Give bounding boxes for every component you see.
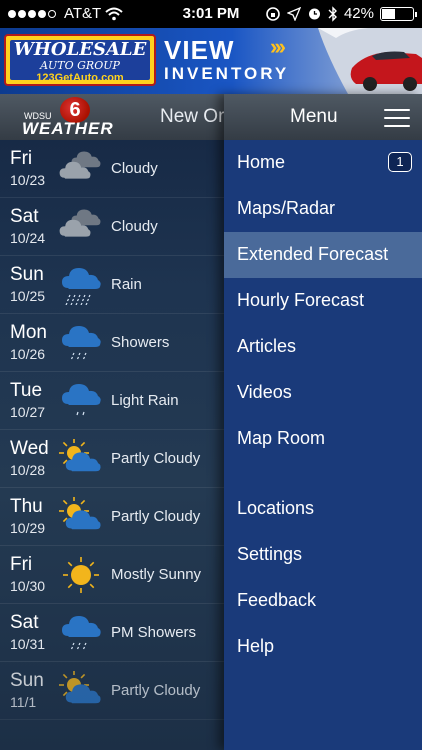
ad-logo-line2: AUTO GROUP [40,59,120,72]
forecast-day-row[interactable]: Mon 10/26 Showers [0,314,224,372]
rotation-lock-icon [266,6,280,21]
partly-cloudy-icon [58,496,104,537]
partly-cloudy-icon [58,438,104,479]
forecast-date: 10/29 [10,520,46,536]
forecast-day-name: Sun [10,670,44,691]
battery-percent: 42% [343,5,374,22]
notification-badge: 1 [388,152,412,172]
menu-item-label: Home [237,152,286,172]
menu-item-help[interactable]: Help [224,624,422,670]
location-title: New Or [160,106,225,127]
forecast-date: 10/30 [10,578,46,594]
light-rain-icon [58,381,104,421]
menu-item-label: Settings [237,544,303,564]
menu-item-label: Videos [237,382,292,402]
forecast-condition: Light Rain [111,392,179,409]
forecast-date: 10/31 [10,636,46,652]
forecast-condition: Cloudy [111,160,158,177]
forecast-day-row[interactable]: Thu 10/29 Partly Cloudy [0,488,224,546]
forecast-condition: Partly Cloudy [111,682,201,699]
forecast-date: 10/25 [10,288,46,304]
ad-banner[interactable]: WHOLESALE AUTO GROUP 123GetAuto.com VIEW… [0,28,422,94]
forecast-day-row[interactable]: Fri 10/30 Mostly Sunny [0,546,224,604]
forecast-day-name: Sat [10,612,39,633]
menu-item-label: Help [237,636,275,656]
forecast-date: 10/26 [10,346,46,362]
menu-item-maps-radar[interactable]: Maps/Radar [224,186,422,232]
ad-logo-line1: WHOLESALE [13,39,147,60]
partly-cloudy-icon [58,670,104,711]
wdsu-weather-logo: 6 WDSU WEATHER [10,97,122,138]
menu-item-label: Extended Forecast [237,244,389,264]
cloudy-icon [58,207,104,247]
menu-item-extended-forecast[interactable]: Extended Forecast [224,232,422,278]
location-arrow-icon [286,6,301,21]
forecast-date: 10/24 [10,230,46,246]
forecast-day-name: Tue [10,380,43,401]
showers-icon [58,323,104,363]
menu-item-home[interactable]: Home 1 [224,140,422,186]
forecast-day-name: Wed [10,438,49,459]
car-image [318,28,422,94]
menu-item-label: Articles [237,336,297,356]
forecast-condition: Partly Cloudy [111,508,201,525]
forecast-condition: Showers [111,334,170,351]
forecast-day-name: Fri [10,554,33,575]
logo-weather: WEATHER [22,119,114,138]
forecast-date: 11/1 [10,694,37,710]
bluetooth-icon [328,5,337,22]
menu-item-label: Maps/Radar [237,198,336,218]
forecast-condition: Mostly Sunny [111,566,202,583]
ad-cta-line2: INVENTORY [164,64,290,83]
menu-item-settings[interactable]: Settings [224,532,422,578]
forecast-day-row[interactable]: Sun 11/1 Partly Cloudy [0,662,224,720]
ad-logo-url: 123GetAuto.com [36,72,124,84]
hamburger-menu-icon[interactable] [384,109,410,127]
ad-arrows-icon: ››› [270,34,286,59]
forecast-day-name: Mon [10,322,47,343]
forecast-date: 10/23 [10,172,46,188]
forecast-condition: PM Showers [111,624,197,641]
menu-item-map-room[interactable]: Map Room [224,416,422,462]
forecast-condition: Partly Cloudy [111,450,201,467]
forecast-day-row[interactable]: Sun 10/25 Rain [0,256,224,314]
menu-drawer: Menu Home 1 Maps/Radar Extended Forecast Hou… [224,94,422,750]
forecast-day-name: Fri [10,148,33,169]
forecast-condition: Rain [111,276,142,293]
menu-item-locations[interactable]: Locations [224,486,422,532]
status-bar: AT&T 3:01 PM 42% [0,0,422,28]
menu-item-label: Locations [237,498,315,518]
forecast-day-row[interactable]: Fri 10/23 Cloudy [0,140,224,198]
cloudy-icon [58,149,104,189]
menu-item-label: Map Room [237,428,326,448]
menu-item-label: Hourly Forecast [237,290,365,310]
menu-item-feedback[interactable]: Feedback [224,578,422,624]
forecast-condition: Cloudy [111,218,158,235]
forecast-day-row[interactable]: Wed 10/28 Partly Cloudy [0,430,224,488]
menu-title: Menu [290,106,338,127]
forecast-day-row[interactable]: Sat 10/24 Cloudy [0,198,224,256]
ad-logo: WHOLESALE AUTO GROUP 123GetAuto.com [4,34,156,86]
rain-icon [58,265,104,306]
menu-item-label: Feedback [237,590,317,610]
forecast-day-row[interactable]: Sat 10/31 PM Showers [0,604,224,662]
forecast-day-name: Thu [10,496,43,517]
battery-icon [380,6,417,21]
menu-item-hourly-forecast[interactable]: Hourly Forecast [224,278,422,324]
sunny-icon [58,555,104,595]
showers-icon [58,613,104,653]
forecast-date: 10/28 [10,462,46,478]
menu-item-articles[interactable]: Articles [224,324,422,370]
forecast-day-name: Sun [10,264,44,285]
forecast-date: 10/27 [10,404,46,420]
forecast-day-row[interactable]: Tue 10/27 Light Rain [0,372,224,430]
menu-header: Menu [224,94,422,140]
menu-item-videos[interactable]: Videos [224,370,422,416]
forecast-day-name: Sat [10,206,39,227]
alarm-icon [308,8,320,20]
